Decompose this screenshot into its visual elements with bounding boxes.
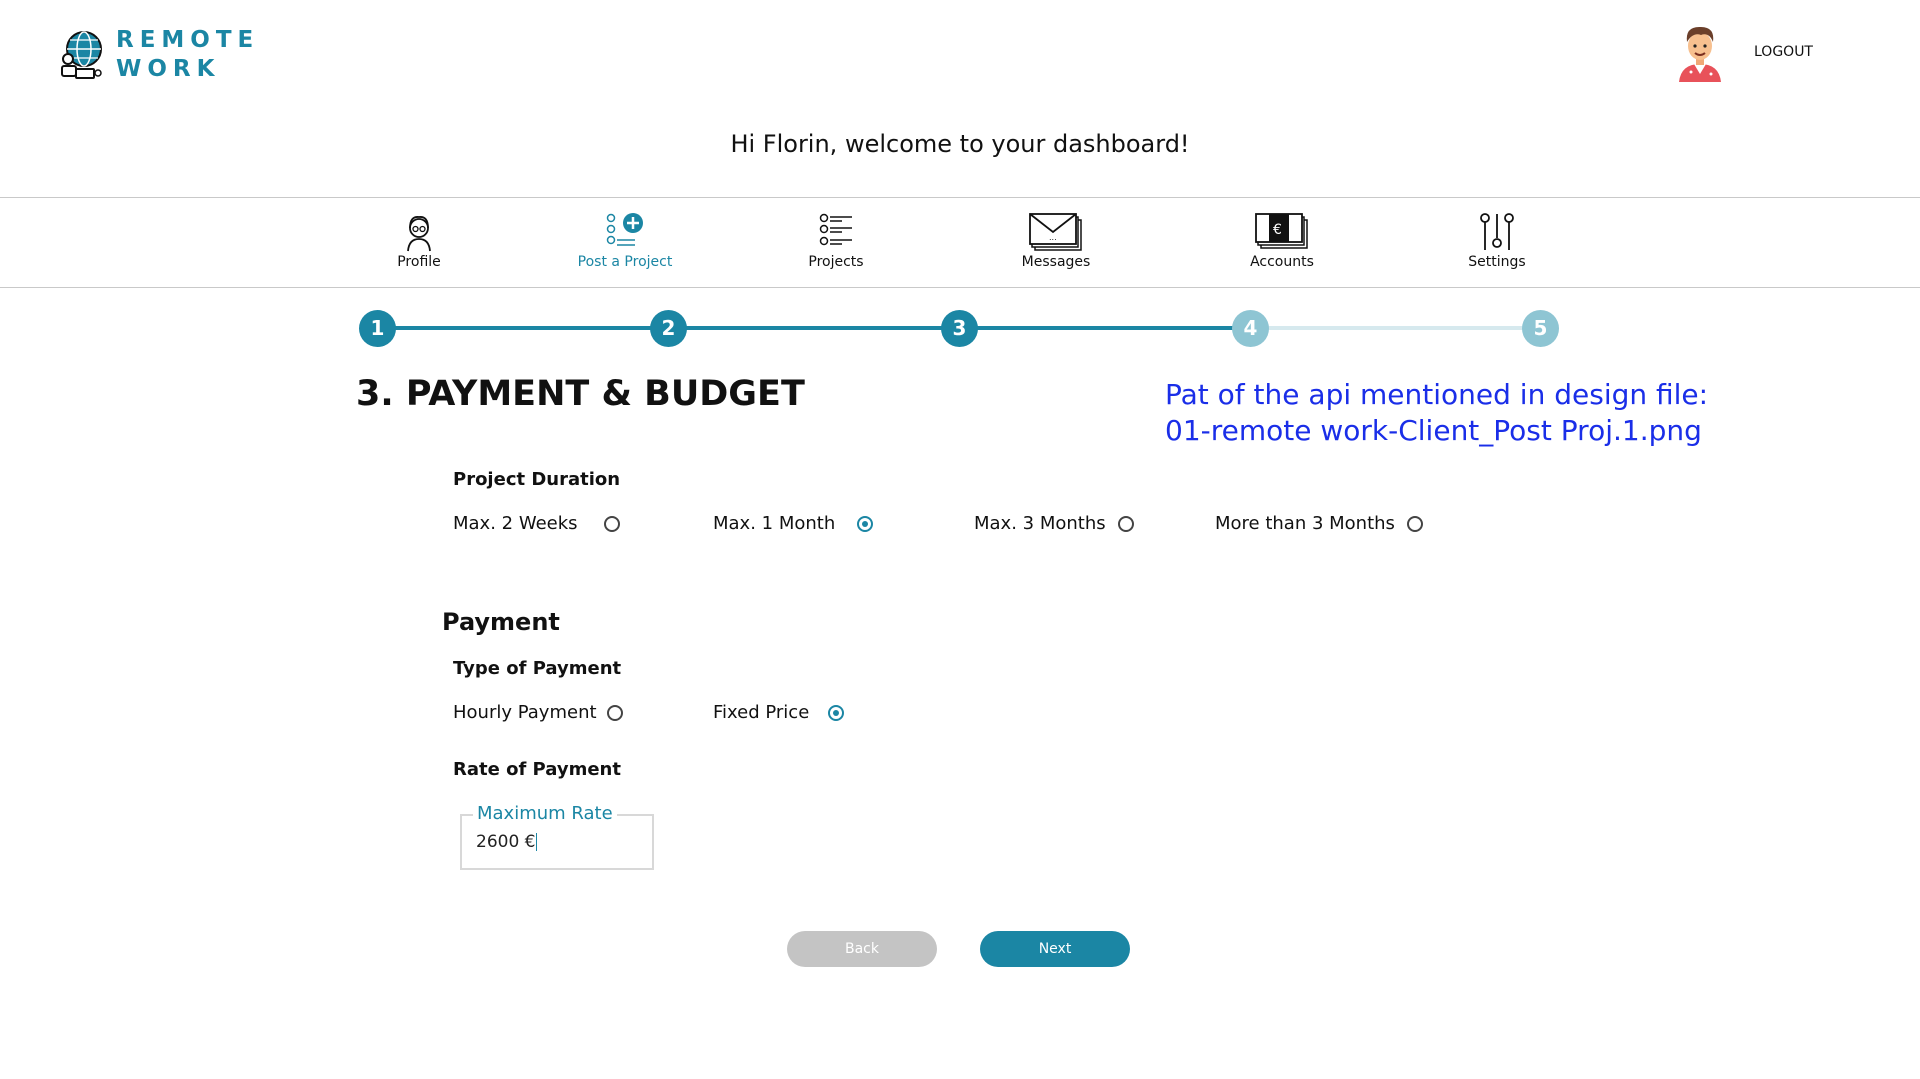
nav-profile[interactable]: Profile <box>349 212 489 270</box>
nav-label: Post a Project <box>577 254 673 270</box>
profile-icon <box>407 216 431 252</box>
option-label: Fixed Price <box>713 702 810 723</box>
duration-radio-3-months[interactable] <box>1117 515 1134 532</box>
option-label: Hourly Payment <box>453 702 597 723</box>
nav-post-project[interactable]: Post a Project <box>555 212 695 270</box>
payment-heading: Payment <box>442 608 560 636</box>
globe-laptop-icon <box>61 31 102 79</box>
welcome-message: Hi Florin, welcome to your dashboard! <box>730 130 1190 158</box>
sliders-icon <box>1480 213 1514 250</box>
nav-settings[interactable]: Settings <box>1427 212 1567 270</box>
brand-name-line2: WORK <box>116 56 221 82</box>
maximum-rate-input[interactable]: 2600 € <box>476 832 636 852</box>
nav-label: Settings <box>1468 254 1526 270</box>
nav-bottom-divider <box>0 287 1920 288</box>
payment-option-fixed-price[interactable]: Fixed Price <box>713 702 845 723</box>
payment-radio-fixed-price[interactable] <box>828 704 845 721</box>
stepper-step-2[interactable]: 2 <box>650 310 687 347</box>
stepper-line-4-5 <box>1251 326 1541 330</box>
logout-link[interactable]: LOGOUT <box>1754 44 1813 60</box>
nav-projects[interactable]: Projects <box>766 212 906 270</box>
option-label: More than 3 Months <box>1215 513 1395 534</box>
option-label: Max. 2 Weeks <box>453 513 578 534</box>
payment-option-hourly[interactable]: Hourly Payment <box>453 702 623 723</box>
nav-messages[interactable]: ... Messages <box>986 212 1126 270</box>
stepper-step-3[interactable]: 3 <box>941 310 978 347</box>
post-project-icon <box>606 213 643 246</box>
type-of-payment-label: Type of Payment <box>453 658 622 679</box>
stepper-step-4[interactable]: 4 <box>1232 310 1269 347</box>
maximum-rate-value: 2600 € <box>476 832 536 852</box>
section-title: 3. PAYMENT & BUDGET <box>356 374 805 414</box>
checklist-icon <box>819 213 852 246</box>
stepper-line-3-4 <box>960 326 1251 330</box>
maximum-rate-label: Maximum Rate <box>473 803 617 824</box>
nav-label: Projects <box>808 254 864 270</box>
option-label: Max. 1 Month <box>713 513 836 534</box>
stepper-step-1[interactable]: 1 <box>359 310 396 347</box>
stepper-line-1-2 <box>378 326 669 330</box>
svg-text:...: ... <box>1049 233 1057 242</box>
nav-top-divider <box>0 197 1920 198</box>
user-avatar-icon[interactable] <box>1675 22 1725 82</box>
design-note-line1: Pat of the api mentioned in design file: <box>1165 378 1709 411</box>
design-note: Pat of the api mentioned in design file:… <box>1165 377 1708 449</box>
design-note-line2: 01-remote work-Client_Post Proj.1.png <box>1165 414 1702 447</box>
brand-logo[interactable]: REMOTE WORK <box>58 26 259 84</box>
stepper-line-2-3 <box>669 326 960 330</box>
duration-radio-more-than-3-months[interactable] <box>1406 515 1423 532</box>
project-duration-label: Project Duration <box>453 469 621 490</box>
stepper-step-5[interactable]: 5 <box>1522 310 1559 347</box>
duration-option-1-month[interactable]: Max. 1 Month <box>713 513 874 534</box>
option-label: Max. 3 Months <box>974 513 1106 534</box>
euro-banknote-icon: € <box>1255 213 1308 249</box>
nav-label: Messages <box>1021 254 1091 270</box>
duration-radio-1-month[interactable] <box>857 515 874 532</box>
svg-text:€: € <box>1273 222 1282 238</box>
nav-label: Accounts <box>1250 254 1314 270</box>
duration-option-3-months[interactable]: Max. 3 Months <box>974 513 1134 534</box>
brand-name-line1: REMOTE <box>116 27 260 53</box>
envelope-icon: ... <box>1029 213 1082 251</box>
payment-radio-hourly[interactable] <box>606 704 623 721</box>
nav-accounts[interactable]: € Accounts <box>1212 212 1352 270</box>
duration-option-more-than-3-months[interactable]: More than 3 Months <box>1215 513 1423 534</box>
back-button[interactable]: Back <box>787 931 937 967</box>
duration-option-2-weeks[interactable]: Max. 2 Weeks <box>453 513 620 534</box>
duration-radio-2-weeks[interactable] <box>603 515 620 532</box>
next-button[interactable]: Next <box>980 931 1130 967</box>
nav-label: Profile <box>397 254 441 270</box>
text-caret <box>536 833 538 851</box>
rate-of-payment-label: Rate of Payment <box>453 759 621 780</box>
